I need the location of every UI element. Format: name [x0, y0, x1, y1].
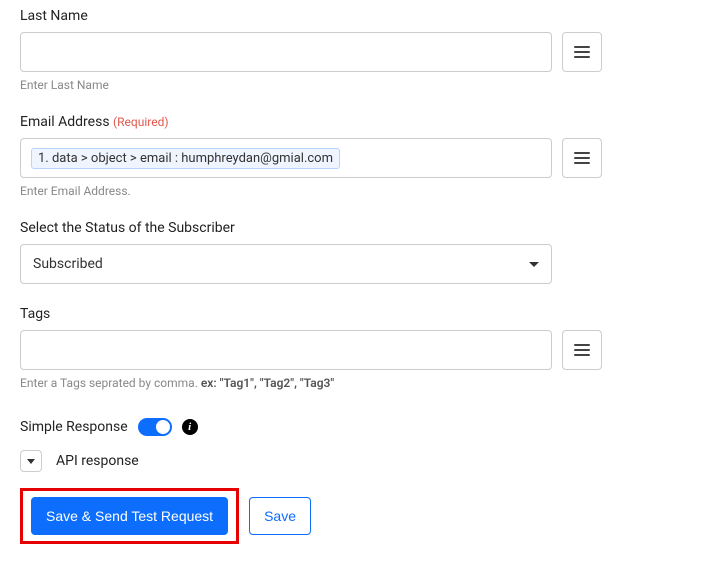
- field-email: Email Address (Required) 1. data > objec…: [20, 114, 706, 198]
- hamburger-icon-bar: [574, 56, 590, 58]
- hamburger-icon-bar: [574, 162, 590, 164]
- field-tags: Tags Enter a Tags seprated by comma. ex:…: [20, 306, 706, 390]
- button-row: Save & Send Test Request Save: [20, 488, 706, 544]
- hamburger-icon-bar: [574, 349, 590, 351]
- hamburger-icon-bar: [574, 354, 590, 356]
- field-status: Select the Status of the Subscriber Subs…: [20, 220, 706, 284]
- tags-row: [20, 330, 706, 370]
- api-response-row: API response: [20, 450, 706, 472]
- save-send-test-button[interactable]: Save & Send Test Request: [31, 497, 228, 535]
- hamburger-icon-bar: [574, 157, 590, 159]
- email-mapping-token[interactable]: 1. data > object > email : humphreydan@g…: [31, 148, 340, 169]
- required-tag: (Required): [113, 115, 168, 129]
- email-mapping-button[interactable]: [562, 138, 602, 178]
- hamburger-icon-bar: [574, 152, 590, 154]
- simple-response-row: Simple Response i: [20, 418, 706, 436]
- last-name-helper: Enter Last Name: [20, 78, 706, 92]
- hamburger-icon-bar: [574, 344, 590, 346]
- tags-helper-example: ex: "Tag1", "Tag2", "Tag3": [201, 376, 334, 390]
- hamburger-icon-bar: [574, 46, 590, 48]
- info-icon[interactable]: i: [182, 419, 198, 435]
- status-label: Select the Status of the Subscriber: [20, 220, 706, 236]
- email-helper: Enter Email Address.: [20, 184, 706, 198]
- email-row: 1. data > object > email : humphreydan@g…: [20, 138, 706, 178]
- tags-helper: Enter a Tags seprated by comma. ex: "Tag…: [20, 376, 706, 390]
- tags-mapping-button[interactable]: [562, 330, 602, 370]
- last-name-row: [20, 32, 706, 72]
- last-name-mapping-button[interactable]: [562, 32, 602, 72]
- email-input[interactable]: 1. data > object > email : humphreydan@g…: [20, 138, 552, 178]
- email-label-text: Email Address: [20, 114, 110, 130]
- tags-label: Tags: [20, 306, 706, 322]
- status-select[interactable]: Subscribed: [20, 244, 552, 284]
- field-last-name: Last Name Enter Last Name: [20, 8, 706, 92]
- hamburger-icon-bar: [574, 51, 590, 53]
- last-name-input[interactable]: [20, 32, 552, 72]
- caret-down-icon: [529, 262, 539, 267]
- email-label: Email Address (Required): [20, 114, 706, 130]
- api-response-expand-button[interactable]: [20, 450, 42, 472]
- tags-input[interactable]: [20, 330, 552, 370]
- simple-response-label: Simple Response: [20, 419, 128, 435]
- last-name-label: Last Name: [20, 8, 706, 24]
- simple-response-toggle[interactable]: [138, 418, 172, 436]
- chevron-down-icon: [27, 459, 35, 464]
- tags-helper-prefix: Enter a Tags seprated by comma.: [20, 376, 201, 390]
- status-row: Subscribed: [20, 244, 706, 284]
- api-response-label: API response: [56, 453, 139, 469]
- status-selected-value: Subscribed: [33, 256, 103, 272]
- highlight-box: Save & Send Test Request: [20, 488, 239, 544]
- save-button[interactable]: Save: [249, 497, 311, 535]
